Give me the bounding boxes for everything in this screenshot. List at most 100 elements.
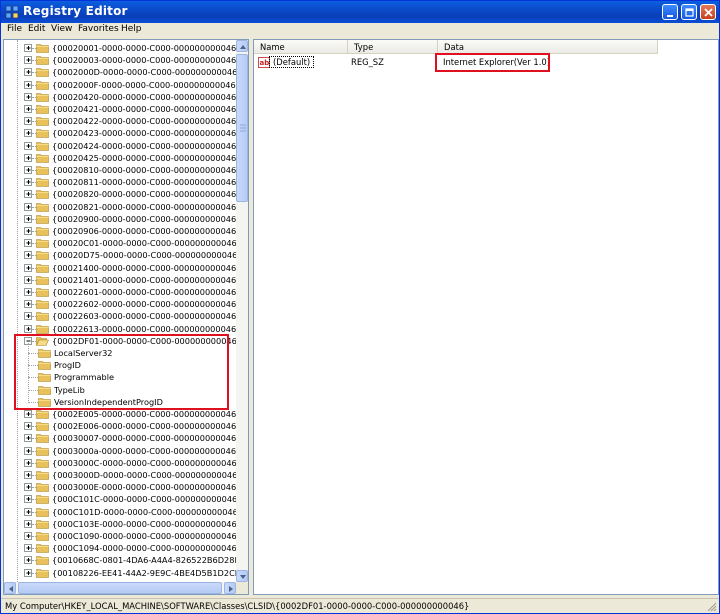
minimize-button[interactable] xyxy=(662,4,678,20)
expand-icon[interactable] xyxy=(24,202,32,211)
tree-key[interactable]: {00022602-0000-0000-C000-000000000046} xyxy=(4,298,241,310)
registry-tree-pane[interactable]: {00020001-0000-0000-C000-000000000046} {0… xyxy=(3,39,249,595)
tree-key[interactable]: {00020906-0000-0000-C000-000000000046} xyxy=(4,225,241,237)
column-header-name[interactable]: Name xyxy=(254,40,348,54)
expand-icon[interactable] xyxy=(24,568,32,577)
tree-key[interactable]: {00021401-0000-0000-C000-000000000046} xyxy=(4,274,241,286)
tree-key[interactable]: {00108226-EE41-44A2-9E9C-4BE4D5B1D2CD} xyxy=(4,567,246,579)
scroll-left-button[interactable] xyxy=(4,582,16,594)
tree-key[interactable]: {00020420-0000-0000-C000-000000000046} xyxy=(4,91,241,103)
expand-icon[interactable] xyxy=(24,495,32,504)
tree-key[interactable]: {00020422-0000-0000-C000-000000000046} xyxy=(4,115,241,127)
expand-icon[interactable] xyxy=(24,544,32,553)
tree-key[interactable]: {00020001-0000-0000-C000-000000000046} xyxy=(4,42,241,54)
tree-key[interactable]: {00020820-0000-0000-C000-000000000046} xyxy=(4,188,241,200)
expand-icon[interactable] xyxy=(24,190,32,199)
expand-icon[interactable] xyxy=(24,458,32,467)
tree-key[interactable]: {00020D75-0000-0000-C000-000000000046} xyxy=(4,249,243,261)
tree-key[interactable]: {000C1090-0000-0000-C000-000000000046} xyxy=(4,530,242,542)
expand-icon[interactable] xyxy=(24,532,32,540)
tree-key[interactable]: {00020811-0000-0000-C000-000000000046} xyxy=(4,176,241,188)
resize-grip-icon[interactable] xyxy=(706,601,717,612)
expand-icon[interactable] xyxy=(24,410,32,418)
tree-key[interactable]: {0002000D-0000-0000-C000-000000000046} xyxy=(4,66,243,78)
tree-key[interactable]: {00020003-0000-0000-C000-000000000046} xyxy=(4,54,241,66)
expand-icon[interactable] xyxy=(24,507,32,516)
tree-key[interactable]: {00022603-0000-0000-C000-000000000046} xyxy=(4,310,241,322)
expand-icon[interactable] xyxy=(24,483,32,492)
tree-key[interactable]: {00020421-0000-0000-C000-000000000046} xyxy=(4,103,241,115)
expand-icon[interactable] xyxy=(24,434,32,443)
expand-icon[interactable] xyxy=(24,56,32,65)
maximize-button[interactable] xyxy=(681,4,697,20)
tree-key[interactable]: {0002E006-0000-0000-C000-000000000046} xyxy=(4,420,241,432)
expand-icon[interactable] xyxy=(24,312,32,321)
expand-icon[interactable] xyxy=(24,471,32,479)
tree-key[interactable]: {0002000F-0000-0000-C000-000000000046} xyxy=(4,79,241,91)
tree-key[interactable]: {00022613-0000-0000-C000-000000000046} xyxy=(4,323,241,335)
expand-icon[interactable] xyxy=(24,105,32,113)
expand-icon[interactable] xyxy=(24,80,32,89)
expand-icon[interactable] xyxy=(24,44,32,52)
tree-key[interactable]: {00020900-0000-0000-C000-000000000046} xyxy=(4,213,241,225)
expand-icon[interactable] xyxy=(24,288,32,296)
tree-key[interactable]: {000C101C-0000-0000-C000-000000000046} xyxy=(4,493,242,505)
tree-key[interactable]: {0003000C-0000-0000-C000-000000000046} xyxy=(4,457,242,469)
expand-icon[interactable] xyxy=(24,446,32,455)
tree-hscroll-thumb[interactable] xyxy=(18,582,222,594)
tree-key[interactable]: {00020423-0000-0000-C000-000000000046} xyxy=(4,127,241,139)
expand-icon[interactable] xyxy=(24,141,32,150)
expand-icon[interactable] xyxy=(24,519,32,528)
tree-key[interactable]: {00030007-0000-0000-C000-000000000046} xyxy=(4,432,241,444)
tree-key[interactable]: {0010668C-0801-4DA6-A4A4-826522B6D28F} xyxy=(4,554,244,566)
expand-icon[interactable] xyxy=(24,214,32,223)
menu-help[interactable]: Help xyxy=(121,24,142,34)
expand-icon[interactable] xyxy=(24,153,32,162)
tree-horizontal-scrollbar[interactable] xyxy=(4,582,236,594)
tree-key[interactable]: {0003000D-0000-0000-C000-000000000046} xyxy=(4,469,243,481)
title-bar[interactable]: Registry Editor xyxy=(1,1,719,23)
scroll-right-button[interactable] xyxy=(224,582,236,594)
expand-icon[interactable] xyxy=(24,556,32,565)
scroll-up-button[interactable] xyxy=(236,40,248,52)
expand-icon[interactable] xyxy=(24,227,32,235)
expand-icon[interactable] xyxy=(24,129,32,138)
column-header-data[interactable]: Data xyxy=(438,40,658,54)
expand-icon[interactable] xyxy=(24,68,32,77)
tree-key[interactable]: {00020C01-0000-0000-C000-000000000046} xyxy=(4,237,242,249)
tree-key[interactable]: {000C101D-0000-0000-C000-000000000046} xyxy=(4,506,243,518)
expand-icon[interactable] xyxy=(24,275,32,284)
scroll-down-button[interactable] xyxy=(236,570,248,582)
tree-key[interactable]: {000C1094-0000-0000-C000-000000000046} xyxy=(4,542,242,554)
expand-icon[interactable] xyxy=(24,92,32,101)
expand-icon[interactable] xyxy=(24,263,32,272)
column-header-type[interactable]: Type xyxy=(348,40,438,54)
tree-key-label: {00022602-0000-0000-C000-000000000046} xyxy=(52,299,242,310)
expand-icon[interactable] xyxy=(24,178,32,187)
expand-icon[interactable] xyxy=(24,239,32,248)
expand-icon[interactable] xyxy=(24,300,32,309)
tree-key[interactable]: {00020821-0000-0000-C000-000000000046} xyxy=(4,201,241,213)
menu-edit[interactable]: Edit xyxy=(28,24,45,34)
expand-icon[interactable] xyxy=(24,117,32,126)
tree-key[interactable]: {00021400-0000-0000-C000-000000000046} xyxy=(4,262,241,274)
tree-key[interactable]: {00020424-0000-0000-C000-000000000046} xyxy=(4,140,241,152)
menu-file[interactable]: File xyxy=(7,24,22,34)
tree-scroll-thumb[interactable] xyxy=(236,54,248,202)
expand-icon[interactable] xyxy=(24,251,32,260)
tree-key[interactable]: {000C103E-0000-0000-C000-000000000046} xyxy=(4,518,242,530)
tree-vertical-scrollbar[interactable] xyxy=(236,40,248,582)
tree-key[interactable]: {0003000a-0000-0000-C000-000000000046} xyxy=(4,445,241,457)
expand-icon[interactable] xyxy=(24,166,32,174)
menu-view[interactable]: View xyxy=(51,24,72,34)
tree-key[interactable]: {00022601-0000-0000-C000-000000000046} xyxy=(4,286,241,298)
registry-values-pane[interactable]: Name Type Data ab (Default) REG_SZ Inter… xyxy=(253,39,719,595)
expand-icon[interactable] xyxy=(24,422,32,431)
tree-key[interactable]: {00020810-0000-0000-C000-000000000046} xyxy=(4,164,241,176)
menu-favorites[interactable]: Favorites xyxy=(78,24,119,34)
tree-key[interactable]: {00020425-0000-0000-C000-000000000046} xyxy=(4,152,241,164)
close-button[interactable] xyxy=(700,4,716,20)
tree-key[interactable]: {0003000E-0000-0000-C000-000000000046} xyxy=(4,481,241,493)
arrow-up-icon xyxy=(240,45,246,49)
expand-icon[interactable] xyxy=(24,324,32,333)
